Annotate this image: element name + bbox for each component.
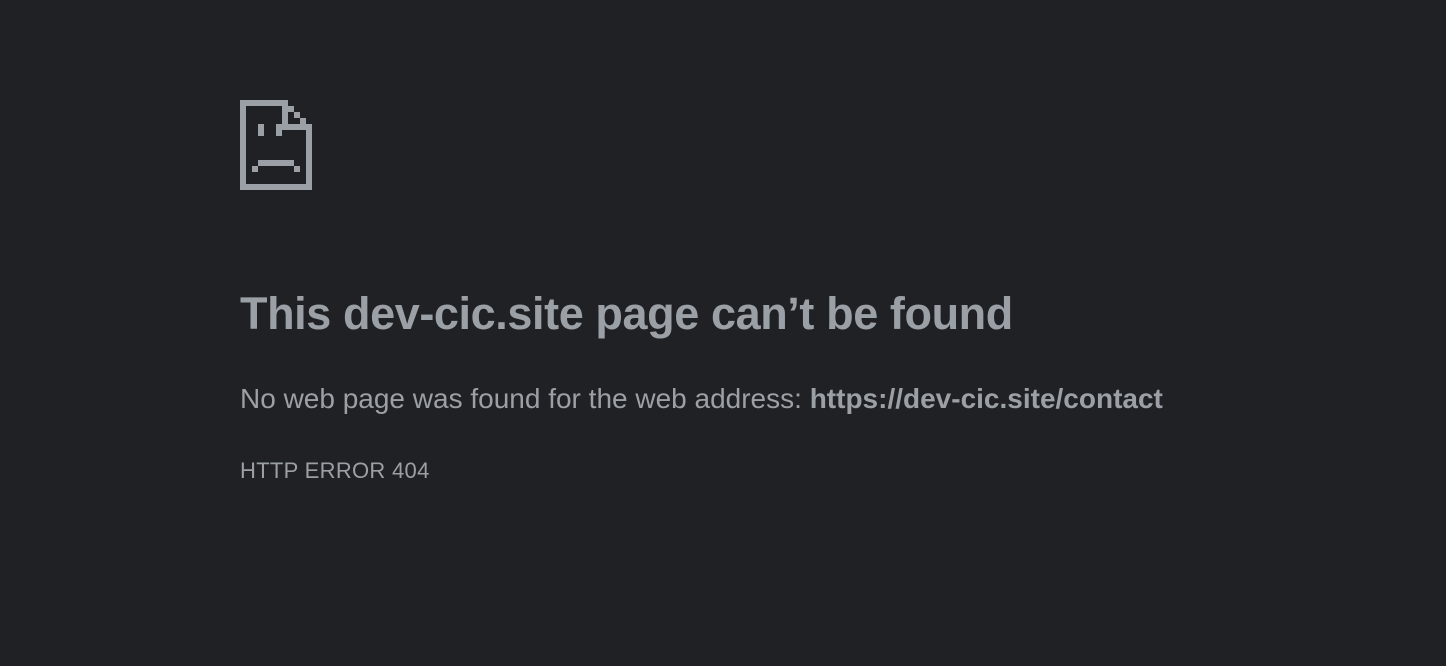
error-message-prefix: No web page was found for the web addres… (240, 383, 810, 414)
error-headline: This dev-cic.site page can’t be found (240, 288, 1013, 339)
error-code: HTTP ERROR 404 (240, 458, 430, 483)
requested-url: https://dev-cic.site/contact (809, 383, 1163, 414)
sad-document-icon (240, 100, 314, 190)
error-page: This dev-cic.site page can’t be found No… (240, 100, 1390, 483)
error-message: No web page was found for the web addres… (240, 382, 1163, 416)
